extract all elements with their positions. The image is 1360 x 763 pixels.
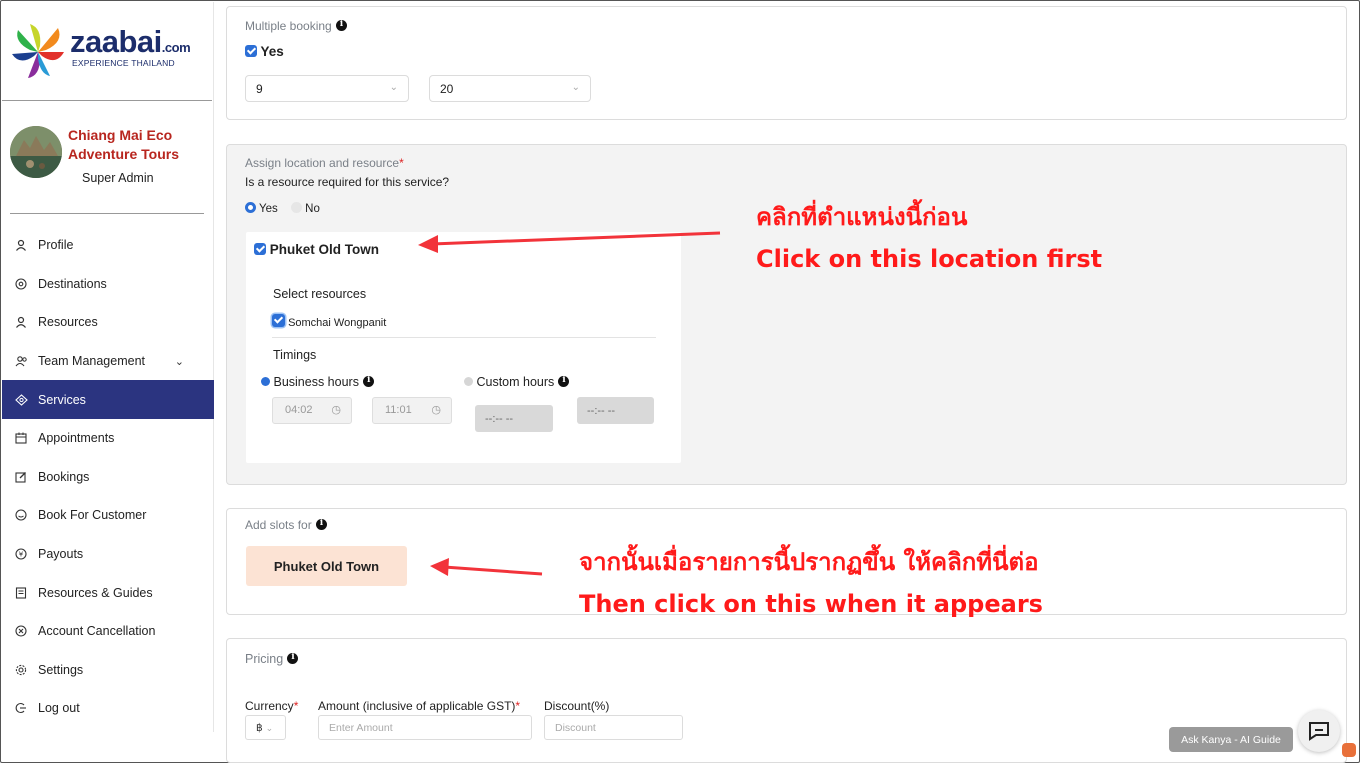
chat-button[interactable] <box>1298 710 1340 752</box>
notification-badge <box>1342 743 1356 757</box>
annotation-top-en: Click on this location first <box>756 245 1103 273</box>
arrow-to-location-icon <box>418 231 721 253</box>
annotation-arrows <box>418 231 721 576</box>
annotation-top-thai: คลิกที่ตำแหน่งนี้ก่อน <box>756 203 968 231</box>
chat-icon <box>1309 722 1329 741</box>
arrow-to-slot-icon <box>430 558 543 576</box>
annotation-bottom-thai: จากนั้นเมื่อรายการนี้ปรากฏขึ้น ให้คลิกที… <box>579 548 1039 576</box>
ask-ai-guide-button[interactable]: Ask Kanya - AI Guide <box>1169 727 1293 752</box>
annotation-bottom-en: Then click on this when it appears <box>579 590 1043 618</box>
